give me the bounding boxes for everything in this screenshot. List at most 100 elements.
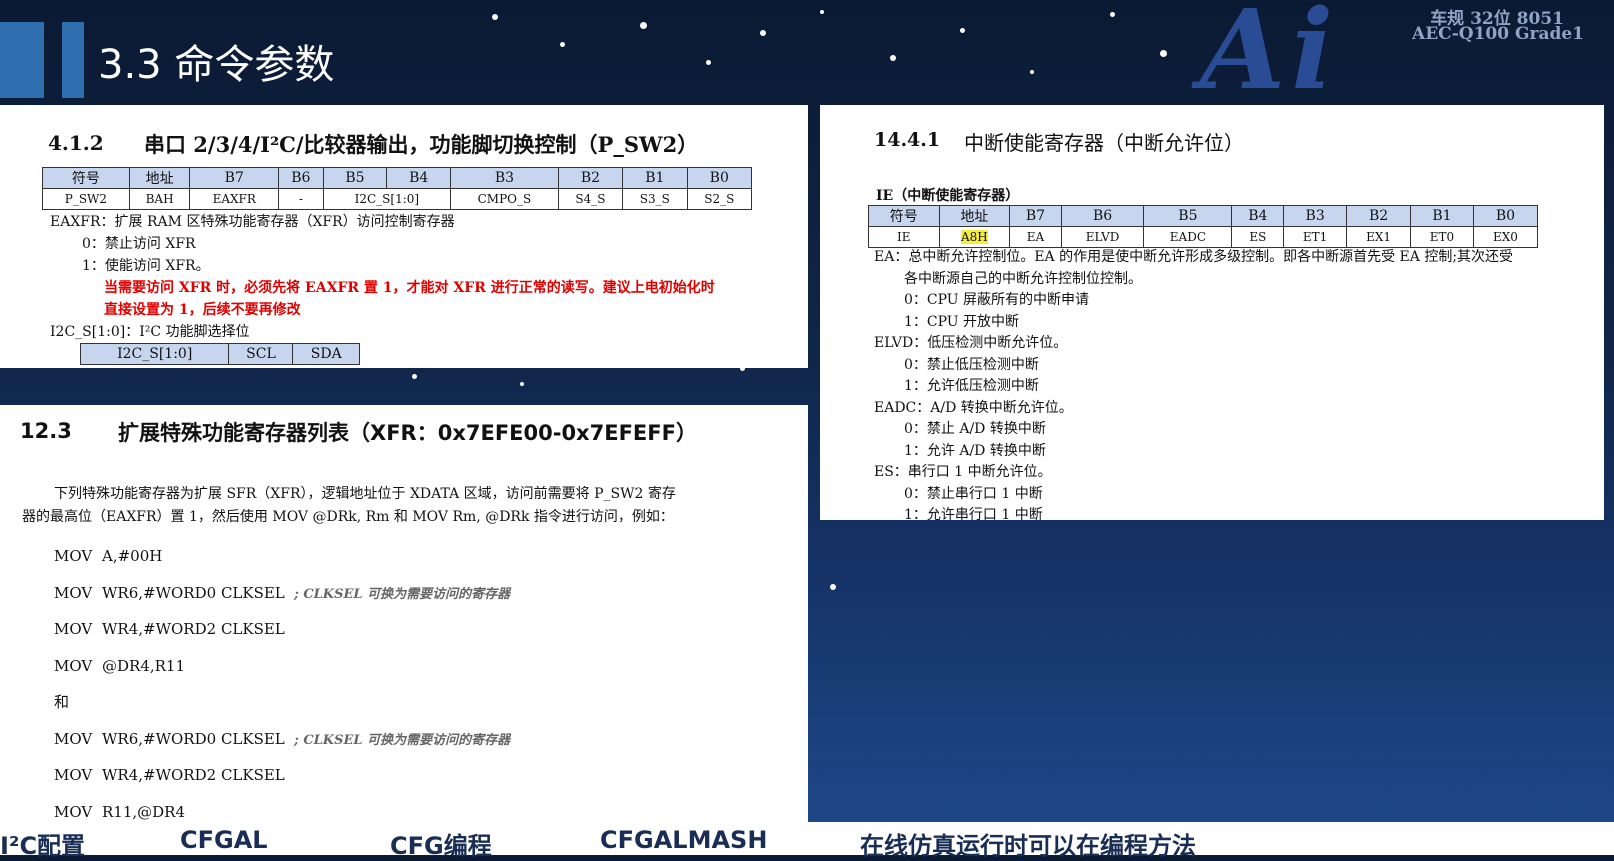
table-header-cell: B6 [1060,205,1145,227]
table-cell: EADC [1143,226,1233,248]
code-line: MOV WR6,#WORD0 CLKSEL ; CLKSEL 可换为需要访问的寄存器 [54,576,510,613]
page-title: 3.3 命令参数 [98,42,335,88]
code-line: MOV WR6,#WORD0 CLKSEL ; CLKSEL 可换为需要访问的寄存器 [54,722,510,759]
table-header-cell: B7 [1009,205,1062,227]
brand-logo-text: Ai [1200,0,1340,114]
code-op: MOV [54,547,93,565]
code-arg: @DR4,R11 [102,656,186,675]
caption-item: CFGALMASH [600,826,768,854]
table-cell: EX1 [1346,226,1412,248]
option-text: 1：使能访问 XFR。 [82,258,210,274]
code-arg: A,#00H [102,547,163,565]
table-header-cell: 地址 [128,167,191,189]
caption-item: CFGAL [180,826,268,854]
table-cell: S4_S [557,188,624,210]
p-sw2-panel: 4.1.2 串口 2/3/4/I²C/比较器输出，功能脚切换控制（P_SW2） … [0,105,808,368]
table-cell: EAXFR [189,188,280,210]
table-header-cell: 地址 [938,205,1011,227]
code-line: MOV A,#00H [54,539,510,576]
accent-block [0,22,44,98]
eaxfr-description: EAXFR：扩展 RAM 区特殊功能寄存器（XFR）访问控制寄存器 [50,214,455,230]
caption-item: 在线仿真运行时可以在编程方法 [860,832,1196,860]
table-header-cell: B2 [557,167,624,189]
section-number: 14.4.1 [874,129,941,151]
code-block: MOV A,#00H MOV WR6,#WORD0 CLKSEL ; CLKSEL 可… [54,539,510,830]
highlighted-address: A8H [960,230,988,244]
accent-block [62,22,84,98]
code-op: MOV [54,766,93,784]
table-header-cell: 符号 [868,205,940,227]
table-header-cell: B1 [1410,205,1474,227]
description-line: 0：禁止串行口 1 中断 [904,485,1043,502]
table-header-cell: B2 [1346,205,1412,227]
warning-text: 当需要访问 XFR 时，必须先将 EAXFR 置 1，才能对 XFR 进行正常的… [104,280,715,296]
table-header-cell: B5 [322,167,388,189]
caption-item: I²C配置 [0,832,86,860]
table-cell: EA [1009,226,1062,248]
brand-line-2: AEC-Q100 Grade1 [1412,24,1584,44]
ie-panel: 14.4.1 中断使能寄存器（中断允许位） IE（中断使能寄存器） 符号 地址 … [820,105,1604,520]
description-line: ES：串行口 1 中断允许位。 [874,464,1052,480]
code-line: MOV @DR4,R11 [54,649,510,686]
code-line: 和 [54,685,510,722]
table-header-cell: B5 [1143,205,1233,227]
p-sw2-register-table: 符号 地址 B7 B6 B5 B4 B3 B2 B1 B0 P_SW2 BAH … [42,167,753,210]
description-line: 0：禁止 A/D 转换中断 [904,421,1046,437]
table-header-cell: B6 [278,167,324,189]
section-number: 4.1.2 [48,131,104,155]
code-comment: ; CLKSEL 可换为需要访问的寄存器 [294,586,511,602]
table-header-cell: B7 [189,167,280,189]
description-line: 0：禁止低压检测中断 [904,356,1039,373]
bottom-caption-bar: I²C配置 CFGAL CFG编程 CFGALMASH 在线仿真运行时可以在编程… [0,822,1614,860]
description-line: EADC：A/D 转换中断允许位。 [874,399,1073,416]
description-line: 1：允许串行口 1 中断 [904,507,1043,520]
slide-title-bar: 3.3 命令参数 [0,10,700,98]
table-cell: I2C_S[1:0] [322,188,452,210]
description-line: 1：CPU 开放中断 [904,313,1020,330]
table-header-cell: 符号 [42,167,130,189]
code-arg: WR6,#WORD0 CLKSEL [102,583,285,602]
section-heading: 中断使能寄存器（中断允许位） [964,131,1244,155]
description-line: 各中断源自己的中断允许控制位控制。 [904,270,1142,287]
table-cell: CMPO_S [450,188,559,210]
table-header-cell: B3 [1283,205,1348,227]
description-line: ELVD：低压检测中断允许位。 [874,335,1068,351]
table-cell: ELVD [1060,226,1145,248]
description-line: EA：总中断允许控制位。EA 的作用是使中断允许形成多级控制。即各中断源首先受 … [874,249,1514,265]
table-cell: S2_S [686,188,753,210]
section-heading: 串口 2/3/4/I²C/比较器输出，功能脚切换控制（P_SW2） [144,132,699,157]
code-comment: ; CLKSEL 可换为需要访问的寄存器 [294,732,511,748]
code-op: MOV [54,656,93,675]
xfr-panel: 12.3 扩展特殊功能寄存器列表（XFR：0x7EFE00-0x7EFEFF） … [0,405,808,830]
table-header-cell: SCL [228,343,294,365]
description-line: 0：CPU 屏蔽所有的中断申请 [904,292,1090,308]
table-cell: ET1 [1283,226,1348,248]
brand-logo: Ai 车规 32位 8051 AEC-Q100 Grade1 [1200,0,1614,114]
description-line: 1：允许 A/D 转换中断 [904,442,1046,459]
table-header-cell: I2C_S[1:0] [79,343,230,365]
table-cell: S3_S [622,188,688,210]
description-line: 1：允许低压检测中断 [904,378,1039,394]
code-op: 和 [54,693,70,711]
paragraph-line: 下列特殊功能寄存器为扩展 SFR（XFR），逻辑地址位于 XDATA 区域，访问… [54,486,676,502]
code-op: MOV [54,729,93,748]
code-arg: WR4,#WORD2 CLKSEL [102,766,285,784]
ie-register-table: 符号 地址 B7 B6 B5 B4 B3 B2 B1 B0 IE A8H EA … [868,205,1539,248]
table-header-cell: B0 [686,167,753,189]
table-header-cell: B4 [386,167,452,189]
paragraph-line: 器的最高位（EAXFR）置 1，然后使用 MOV @DRk, Rm 和 MOV … [22,509,674,525]
i2cs-table: I2C_S[1:0] SCL SDA [79,343,360,365]
code-op: MOV [54,620,93,638]
section-heading: 扩展特殊功能寄存器列表（XFR：0x7EFE00-0x7EFEFF） [118,421,697,445]
code-line: MOV WR4,#WORD2 CLKSEL [54,612,510,649]
register-subtitle: IE（中断使能寄存器） [876,188,1020,204]
table-cell: ET0 [1410,226,1474,248]
code-op: MOV [54,583,93,602]
table-header-cell: SDA [292,343,360,365]
table-cell: - [278,188,324,210]
table-cell: BAH [128,188,191,210]
table-cell: P_SW2 [42,188,130,210]
section-number: 12.3 [20,419,72,443]
code-arg: WR6,#WORD0 CLKSEL [102,729,285,748]
code-line: MOV WR4,#WORD2 CLKSEL [54,758,510,795]
